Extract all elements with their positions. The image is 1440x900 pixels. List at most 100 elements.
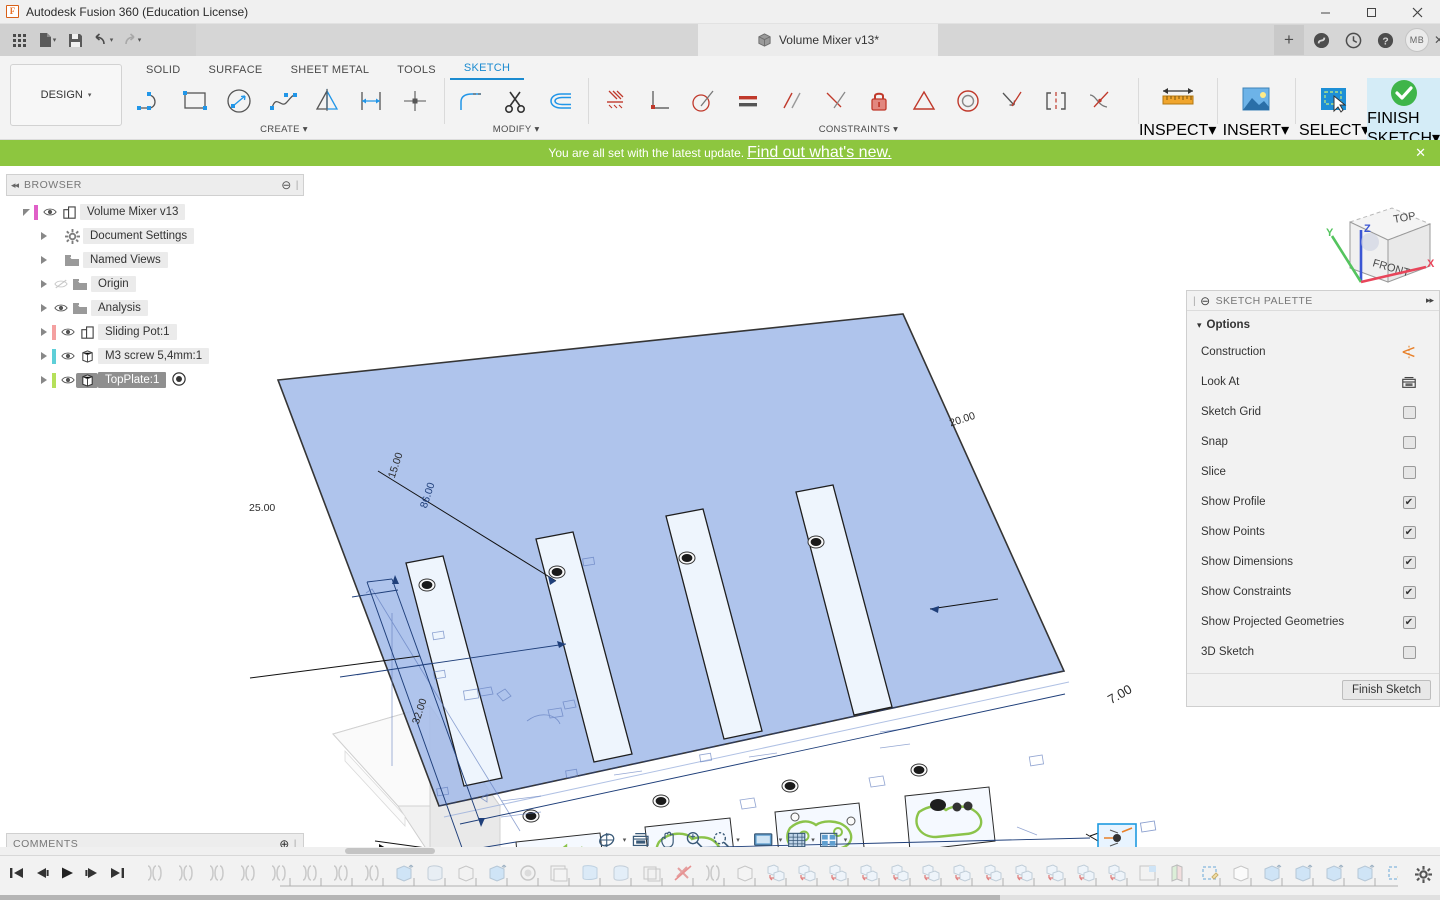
undo-icon[interactable]: ▾ [90, 27, 116, 53]
tree-row-m3-screw[interactable]: M3 screw 5,4mm:1 [6, 344, 304, 368]
browser-grip-icon[interactable]: | [296, 179, 299, 191]
new-document-icon[interactable]: ▾ [34, 27, 60, 53]
view-cube[interactable]: TOP FRONT Z Y X [1320, 190, 1435, 284]
insert-button[interactable]: INSERT▾ [1223, 78, 1289, 140]
minimize-button[interactable] [1302, 0, 1348, 24]
finish-sketch-button[interactable]: FINISH SKETCH▾ [1367, 78, 1440, 147]
timeline-skip-to-start-button[interactable] [6, 861, 28, 885]
finish-sketch-palette-button[interactable]: Finish Sketch [1341, 680, 1431, 700]
visibility-eye-off-icon[interactable] [52, 279, 69, 289]
browser-collapse-icon[interactable]: ◂◂ [11, 180, 19, 191]
show-projected-geometries-checkbox[interactable]: ✔ [1402, 615, 1416, 629]
coincident-constraint[interactable] [814, 79, 858, 123]
concentric-constraint[interactable] [946, 79, 990, 123]
tree-row-sliding-pot[interactable]: Sliding Pot:1 [6, 320, 304, 344]
timeline-scroll-thumb[interactable] [0, 895, 1000, 900]
palette-row-sketch-grid[interactable]: Sketch Grid [1187, 397, 1439, 427]
expand-arrow-open-icon[interactable] [18, 208, 34, 216]
chevron-down-icon[interactable]: ▾ [110, 36, 114, 44]
line-tool[interactable] [130, 79, 174, 123]
fix-unfix-constraint[interactable] [858, 79, 902, 123]
extensions-icon[interactable] [1306, 25, 1336, 55]
redo-icon[interactable]: ▾ [118, 27, 144, 53]
visibility-eye-icon[interactable] [59, 327, 76, 337]
expand-arrow-icon[interactable] [36, 328, 52, 336]
add-tab-button[interactable]: + [1274, 25, 1304, 55]
help-icon[interactable]: ? [1370, 25, 1400, 55]
notification-link[interactable]: Find out what's new. [747, 144, 891, 162]
show-dimensions-checkbox[interactable]: ✔ [1402, 555, 1416, 569]
palette-row-construction[interactable]: Construction [1187, 337, 1439, 367]
active-component-icon[interactable] [172, 371, 187, 389]
expand-arrow-icon[interactable] [36, 256, 52, 264]
snap-checkbox[interactable] [1402, 435, 1416, 449]
chevron-down-icon[interactable]: ▾ [811, 836, 815, 844]
viewport-scrollbar[interactable] [0, 847, 1440, 855]
expand-arrow-icon[interactable] [36, 376, 52, 384]
point-tool[interactable] [394, 79, 438, 123]
expand-arrow-icon[interactable] [36, 304, 52, 312]
close-button[interactable] [1394, 0, 1440, 24]
chevron-down-icon[interactable]: ▾ [53, 36, 57, 44]
construction-line-icon[interactable] [1401, 344, 1417, 360]
expand-arrow-icon[interactable] [36, 352, 52, 360]
offset-tool[interactable] [538, 79, 582, 123]
3d-sketch-checkbox[interactable] [1402, 645, 1416, 659]
tree-row-document-settings[interactable]: Document Settings [6, 224, 304, 248]
browser-hide-icon[interactable]: ⊖ [281, 178, 292, 192]
palette-row-3d-sketch[interactable]: 3D Sketch [1187, 637, 1439, 667]
chevron-down-icon[interactable]: ▾ [138, 36, 142, 44]
palette-row-look-at[interactable]: Look At [1187, 367, 1439, 397]
palette-row-snap[interactable]: Snap [1187, 427, 1439, 457]
timeline-step-forward-button[interactable] [81, 861, 103, 885]
timeline-feature-track[interactable] [140, 858, 1398, 894]
palette-row-slice[interactable]: Slice [1187, 457, 1439, 487]
timeline-item[interactable] [171, 858, 202, 888]
timeline-play-button[interactable] [56, 861, 78, 885]
timeline-settings-gear-icon[interactable] [1415, 866, 1432, 888]
fillet-tool[interactable] [450, 79, 494, 123]
show-constraints-checkbox[interactable]: ✔ [1402, 585, 1416, 599]
save-icon[interactable] [62, 27, 88, 53]
tree-row-volume-mixer[interactable]: Volume Mixer v13 [6, 200, 304, 224]
chevron-down-icon[interactable]: ▾ [736, 836, 740, 844]
midpoint-constraint[interactable] [902, 79, 946, 123]
palette-hide-icon[interactable]: ⊖ [1200, 294, 1210, 308]
timeline-step-back-button[interactable] [31, 861, 53, 885]
dimension-25[interactable]: 25.00 [249, 502, 275, 514]
curvature-constraint[interactable] [1078, 79, 1122, 123]
inspect-button[interactable]: INSPECT▾ [1139, 78, 1216, 140]
show-profile-checkbox[interactable]: ✔ [1402, 495, 1416, 509]
parallel-constraint[interactable] [770, 79, 814, 123]
recent-icon[interactable] [1338, 25, 1368, 55]
visibility-eye-icon[interactable] [59, 351, 76, 361]
maximize-button[interactable] [1348, 0, 1394, 24]
viewport-scroll-thumb[interactable] [345, 848, 435, 854]
tangent-constraint[interactable] [682, 79, 726, 123]
equal-constraint[interactable] [726, 79, 770, 123]
tree-row-origin[interactable]: Origin [6, 272, 304, 296]
palette-row-show-points[interactable]: Show Points ✔ [1187, 517, 1439, 547]
look-at-icon[interactable] [1401, 374, 1417, 390]
palette-row-show-dimensions[interactable]: Show Dimensions ✔ [1187, 547, 1439, 577]
chevron-down-icon[interactable]: ▾ [779, 836, 783, 844]
ribbon-group-create-label[interactable]: CREATE ▾ [260, 124, 308, 135]
circle-tool[interactable] [218, 79, 262, 123]
palette-row-show-constraints[interactable]: Show Constraints ✔ [1187, 577, 1439, 607]
palette-grip-icon[interactable]: | [1193, 295, 1196, 307]
symmetry-constraint[interactable] [1034, 79, 1078, 123]
horizontal-vertical-constraint[interactable] [594, 79, 638, 123]
ribbon-group-modify-label[interactable]: MODIFY ▾ [493, 124, 540, 135]
tree-row-analysis[interactable]: Analysis [6, 296, 304, 320]
timeline-scrollbar[interactable] [0, 895, 1440, 900]
app-grid-icon[interactable] [6, 27, 32, 53]
timeline-item[interactable] [233, 858, 264, 888]
workspace-selector[interactable]: DESIGN ▾ [10, 64, 122, 126]
perpendicular-constraint[interactable] [638, 79, 682, 123]
palette-row-show-profile[interactable]: Show Profile ✔ [1187, 487, 1439, 517]
tree-row-named-views[interactable]: Named Views [6, 248, 304, 272]
sketch-grid-checkbox[interactable] [1402, 405, 1416, 419]
notification-close-button[interactable]: ✕ [1415, 140, 1426, 166]
mirror-tool[interactable] [306, 79, 350, 123]
expand-arrow-icon[interactable] [36, 232, 52, 240]
